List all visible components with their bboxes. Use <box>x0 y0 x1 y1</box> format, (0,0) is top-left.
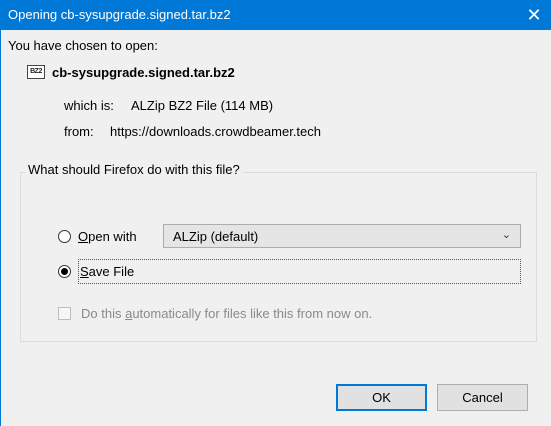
open-with-label[interactable]: Open with <box>78 229 137 244</box>
application-select-value: ALZip (default) <box>173 229 259 244</box>
file-name: cb-sysupgrade.signed.tar.bz2 <box>52 65 235 80</box>
auto-action-checkbox[interactable] <box>58 307 71 320</box>
intro-text: You have chosen to open: <box>8 38 158 53</box>
application-select[interactable]: ALZip (default) ⌄ <box>163 224 521 248</box>
save-file-focus-rect <box>78 259 521 284</box>
close-icon: ✕ <box>526 4 542 25</box>
save-file-radio[interactable] <box>58 265 71 278</box>
auto-action-label: Do this automatically for files like thi… <box>81 306 373 321</box>
ok-button[interactable]: OK <box>336 384 427 411</box>
title-bar: Opening cb-sysupgrade.signed.tar.bz2 ✕ <box>0 0 551 30</box>
file-source-url: https://downloads.crowdbeamer.tech <box>110 124 322 139</box>
action-group-legend: What should Firefox do with this file? <box>25 162 243 177</box>
archive-file-icon: BZ2 <box>27 65 45 79</box>
file-type-label: which is: <box>64 98 114 113</box>
cancel-button[interactable]: Cancel <box>437 384 528 411</box>
window-title: Opening cb-sysupgrade.signed.tar.bz2 <box>8 7 231 22</box>
open-with-label-rest: pen with <box>88 229 137 244</box>
file-type-value: ALZip BZ2 File (114 MB) <box>131 98 274 113</box>
open-with-radio[interactable] <box>58 230 71 243</box>
save-file-label-rest: ave File <box>88 264 135 279</box>
file-source-label: from: <box>64 124 94 139</box>
save-file-label[interactable]: Save File <box>80 264 134 279</box>
close-button[interactable]: ✕ <box>517 0 551 30</box>
chevron-down-icon: ⌄ <box>501 229 511 241</box>
